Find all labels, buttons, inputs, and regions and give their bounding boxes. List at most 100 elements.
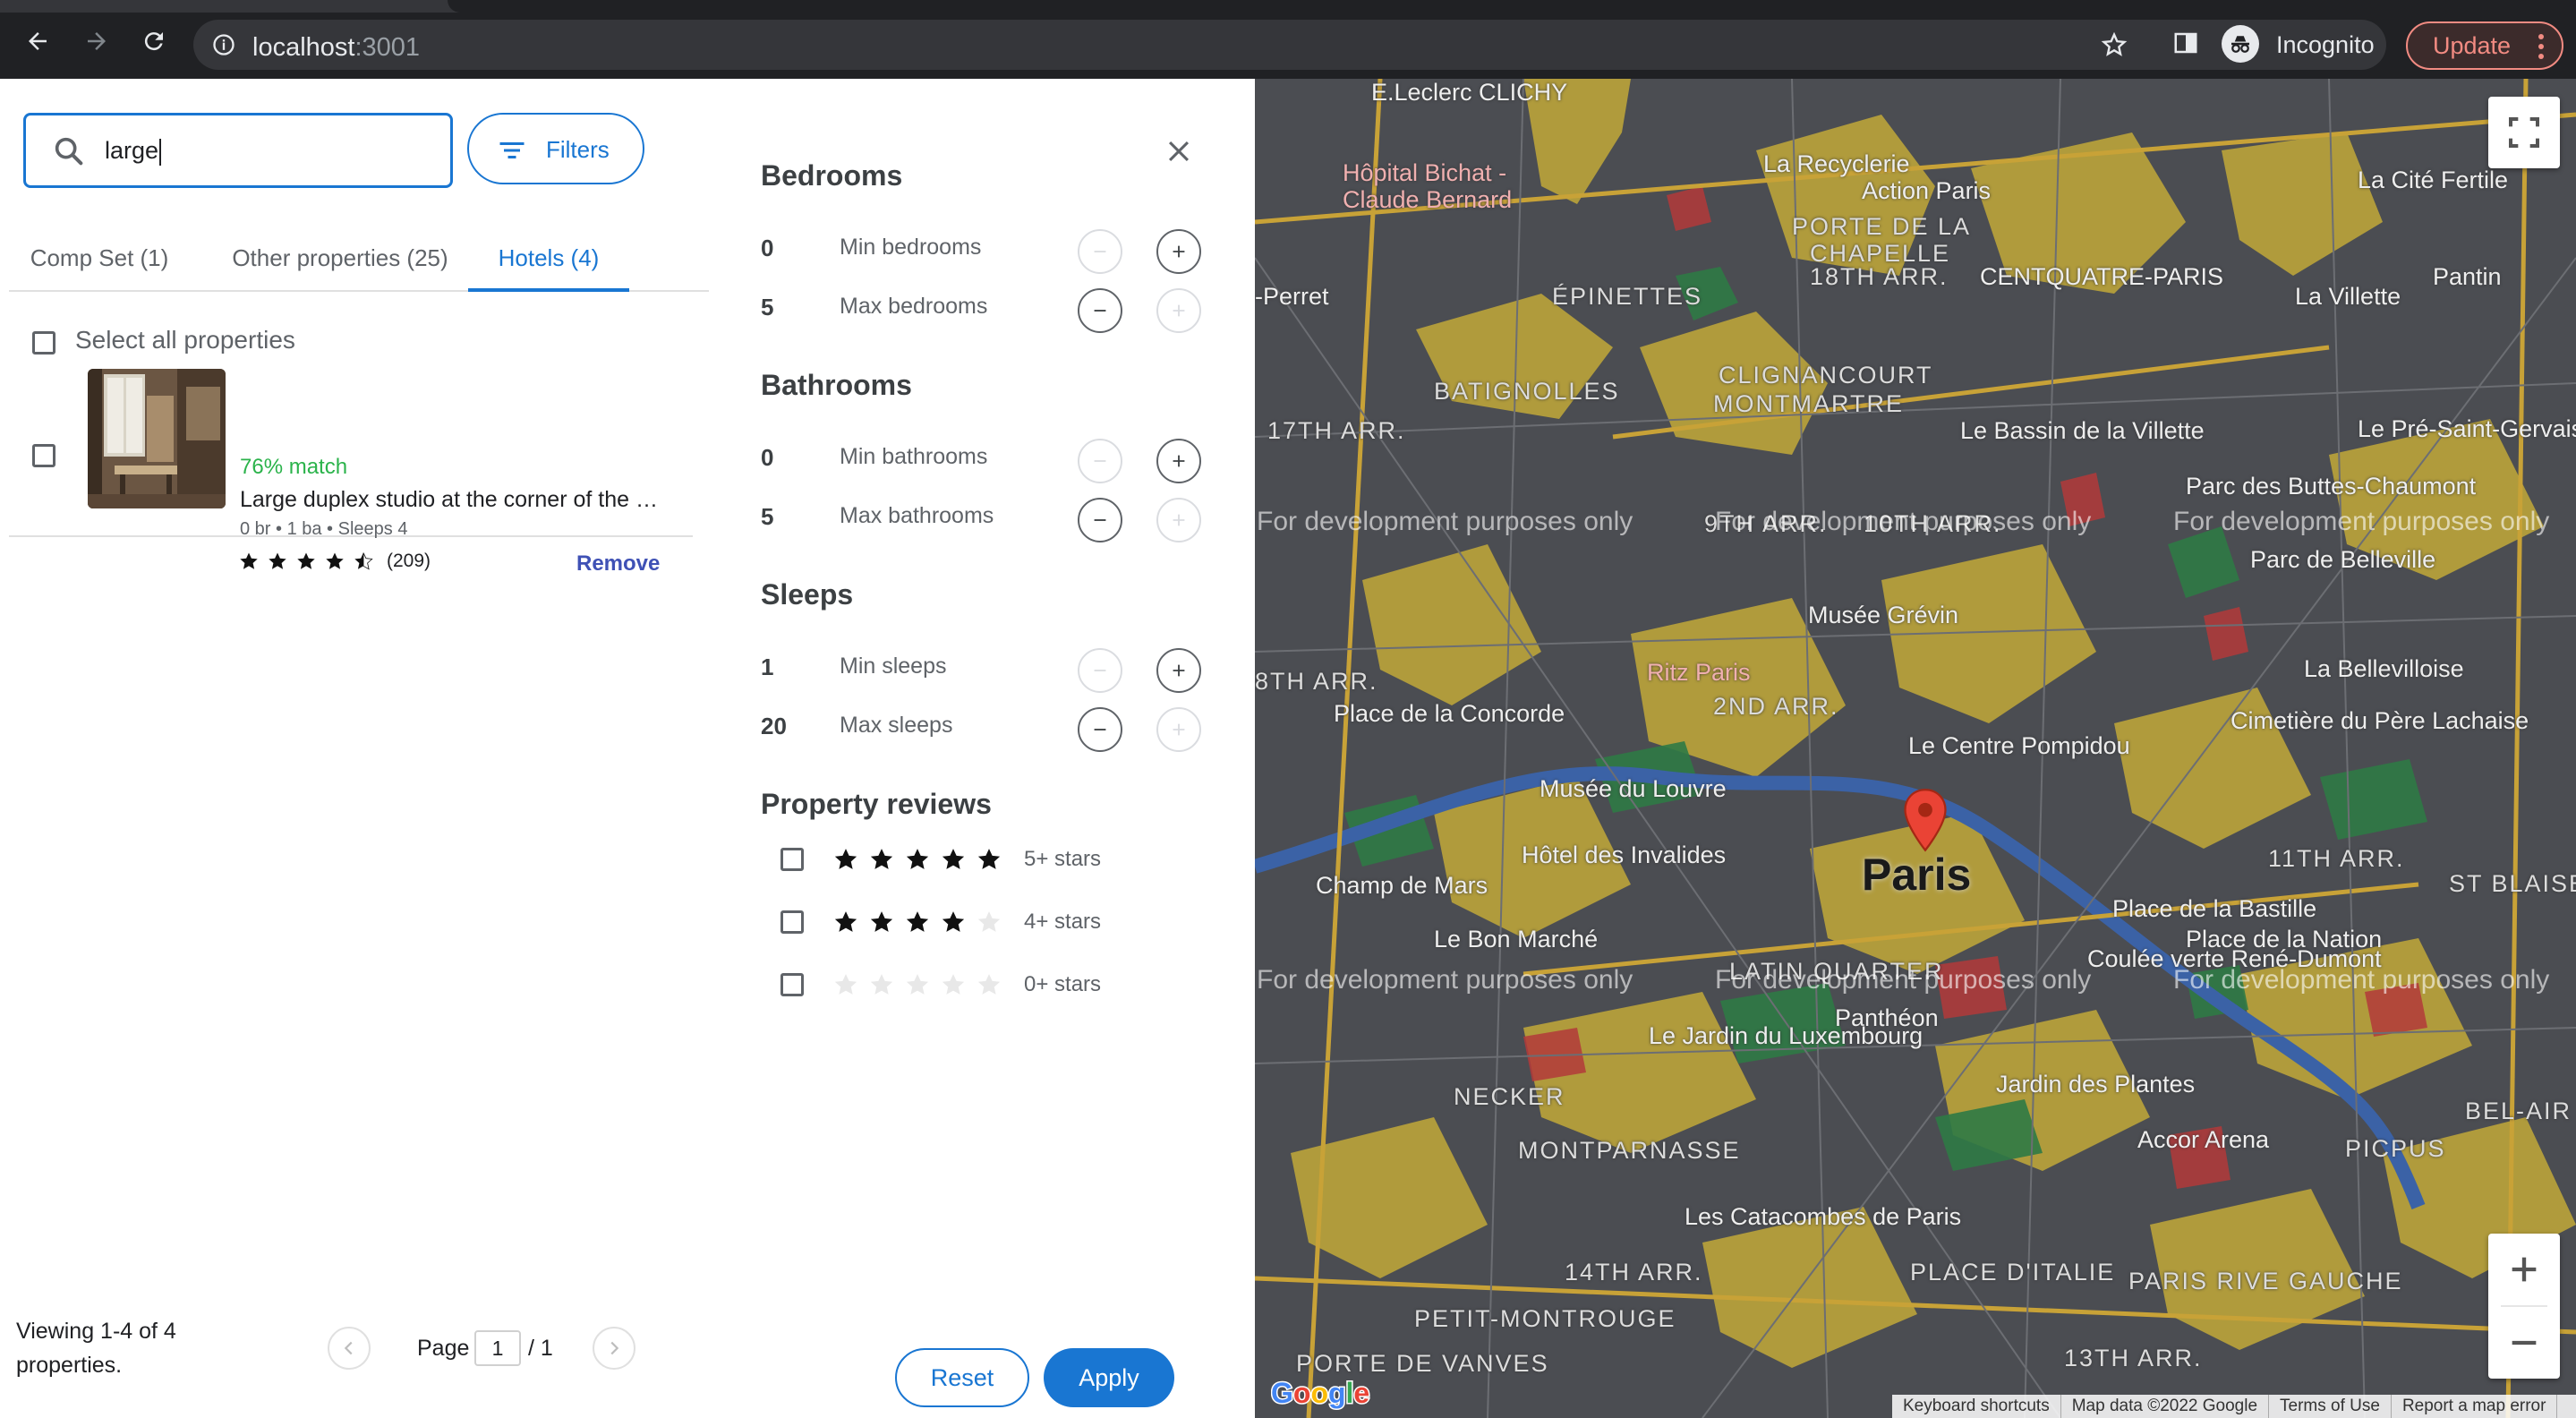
max-sleeps-decrement[interactable] [1078,707,1122,752]
url-port: :3001 [354,33,421,62]
minus-icon [1094,670,1106,671]
map-label-labelleville: La Bellevilloise [2304,655,2464,682]
page-number-input[interactable]: 1 [474,1330,521,1366]
min-bedrooms-decrement[interactable] [1078,229,1122,274]
reload-button[interactable] [136,23,172,59]
map-label-bassin: Le Bassin de la Villette [1960,417,2205,444]
zoom-in-button[interactable] [2488,1234,2560,1305]
chevron-right-icon [610,1341,619,1355]
minus-icon [1094,251,1106,252]
minus-icon [1094,310,1106,312]
results-panel: large Filters Comp Set (1) Other propert… [0,79,716,1418]
forward-button[interactable] [79,23,115,59]
reset-button[interactable]: Reset [895,1348,1029,1407]
map-label-luxembourg: Le Jardin du Luxembourg [1649,1022,1923,1049]
map-view[interactable]: E.Leclerc CLICHY Hôpital Bichat - Claude… [1255,79,2576,1418]
min-bedrooms-increment[interactable] [1156,229,1201,274]
side-panel-button[interactable] [2170,27,2202,59]
map-pin-icon[interactable] [1901,788,1949,852]
review-0-checkbox[interactable] [780,973,804,996]
bedrooms-heading: Bedrooms [761,159,903,192]
star-icon [269,552,286,569]
review-0-label: 0+ stars [1024,972,1102,996]
map-city-label: Paris [1862,850,1972,900]
min-sleeps-decrement[interactable] [1078,648,1122,693]
remove-button[interactable]: Remove [576,551,660,577]
min-sleeps-increment[interactable] [1156,648,1201,693]
map-label-louvre: Musée du Louvre [1540,775,1727,802]
map-label-catacombes: Les Catacombes de Paris [1685,1203,1962,1230]
max-bedrooms-increment[interactable] [1156,288,1201,333]
max-bathrooms-increment[interactable] [1156,498,1201,542]
minus-icon [2512,1340,2537,1345]
min-bathrooms-increment[interactable] [1156,439,1201,483]
property-card[interactable]: 76% match Large duplex studio at the cor… [9,369,693,576]
review-option-5[interactable]: 5+ stars [780,841,1101,877]
property-photo[interactable] [88,369,226,508]
review-4-checkbox[interactable] [780,910,804,934]
address-bar[interactable]: localhost:3001 [193,20,2386,70]
map-label-nation: Place de la Nation [2186,926,2383,952]
bookmark-star-icon[interactable] [2100,30,2128,59]
star-icon [834,911,857,932]
review-option-0[interactable]: 0+ stars [780,967,1101,1003]
review-5-stars [832,846,1011,873]
report-error-link[interactable]: Report a map error [2392,1395,2558,1418]
review-option-4[interactable]: 4+ stars [780,904,1101,940]
update-button[interactable]: Update [2406,21,2563,70]
dev-watermark: For development purposes only [1715,507,2092,536]
google-logo-icon: Google [1270,1376,1371,1411]
filters-button[interactable]: Filters [467,113,644,184]
dev-watermark: For development purposes only [1715,965,2092,995]
close-filters-button[interactable] [1158,131,1199,172]
tab-comp-set[interactable]: Comp Set (1) [9,231,190,292]
minus-icon [1094,519,1106,521]
map-label-perret: -Perret [1255,283,1329,310]
map-label-grevin: Musée Grévin [1808,602,1959,628]
url-text: localhost:3001 [252,33,420,63]
map-label-bichat: Hôpital Bichat - [1343,159,1507,186]
zoom-controls [2488,1234,2560,1379]
map-attribution: Keyboard shortcuts Map data ©2022 Google… [1892,1395,2576,1418]
text-caret [159,138,162,166]
incognito-avatar[interactable] [2222,25,2259,63]
max-bedrooms-decrement[interactable] [1078,288,1122,333]
min-bathrooms-decrement[interactable] [1078,439,1122,483]
property-checkbox[interactable] [32,444,55,467]
bathrooms-heading: Bathrooms [761,369,912,401]
select-all-checkbox[interactable] [32,331,55,354]
google-logo[interactable]: Google [1270,1375,1377,1418]
tab-hotels[interactable]: Hotels (4) [468,231,629,292]
map-label-17: 17TH ARR. [1267,417,1406,444]
search-input[interactable]: large [23,113,453,188]
star-icon [870,911,893,932]
terms-link[interactable]: Terms of Use [2269,1395,2392,1418]
property-title[interactable]: Large duplex studio at the corner of the… [240,487,658,513]
reload-icon [144,32,163,51]
half-star-icon [354,552,373,570]
tab-strip-inactive [448,0,2576,13]
zoom-out-button[interactable] [2488,1307,2560,1379]
map-label-14: 14TH ARR. [1565,1259,1703,1286]
property-meta: 0 br • 1 ba • Sleeps 4 [240,519,408,539]
min-bathrooms-label: Min bathrooms [840,444,988,469]
prev-page-button[interactable] [328,1327,371,1370]
select-all-label: Select all properties [75,326,295,354]
review-5-checkbox[interactable] [780,848,804,871]
search-icon [55,137,83,166]
max-bathrooms-value: 5 [761,503,774,530]
apply-button[interactable]: Apply [1044,1348,1174,1407]
keyboard-shortcuts-link[interactable]: Keyboard shortcuts [1892,1395,2061,1418]
back-button[interactable] [20,23,55,59]
map-label-8: 8TH ARR. [1255,668,1378,695]
dev-watermark: For development purposes only [1257,965,1633,995]
max-bathrooms-decrement[interactable] [1078,498,1122,542]
next-page-button[interactable] [593,1327,635,1370]
property-photo-image [88,369,226,508]
max-bedrooms-value: 5 [761,294,774,320]
max-sleeps-increment[interactable] [1156,707,1201,752]
map-label-centquatre: CENTQUATRE-PARIS [1980,263,2224,290]
tab-other-properties[interactable]: Other properties (25) [213,231,467,292]
map-label-stblaise: ST BLAISE [2449,870,2576,897]
fullscreen-button[interactable] [2488,97,2560,168]
